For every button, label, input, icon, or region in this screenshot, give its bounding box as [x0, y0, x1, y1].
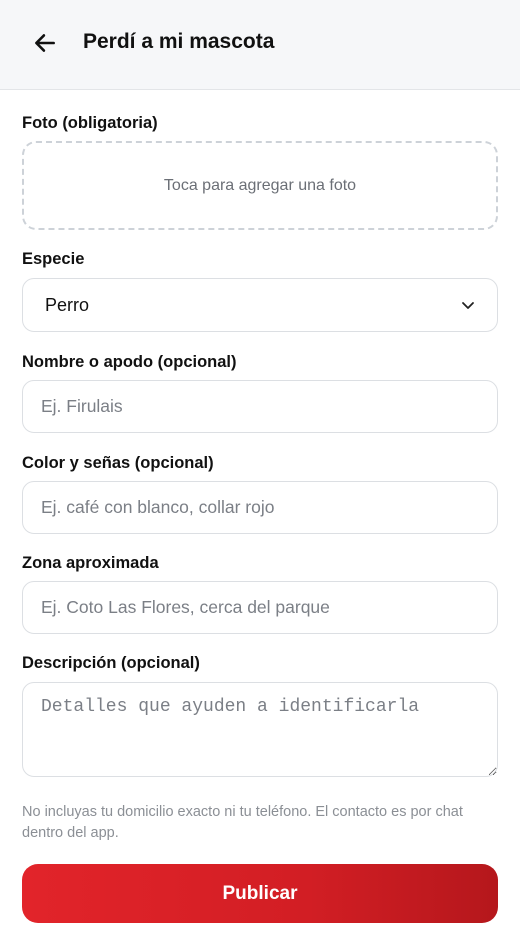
privacy-hint: No incluyas tu domicilio exacto ni tu te…	[22, 804, 463, 841]
chevron-down-icon	[461, 298, 475, 312]
color-label: Color y señas (opcional)	[22, 454, 214, 472]
description-textarea[interactable]	[22, 682, 498, 777]
name-input[interactable]	[22, 380, 498, 433]
species-selected-value: Perro	[45, 294, 90, 315]
species-label: Especie	[22, 250, 85, 268]
description-label: Descripción (opcional)	[22, 654, 200, 672]
publish-button[interactable]: Publicar	[22, 864, 498, 923]
photo-label: Foto (obligatoria)	[22, 114, 158, 132]
back-button[interactable]	[28, 26, 62, 60]
color-input[interactable]	[22, 481, 498, 534]
page-title: Perdí a mi mascota	[83, 30, 275, 53]
zone-label: Zona aproximada	[22, 554, 159, 572]
photo-upload-area[interactable]: Toca para agregar una foto	[22, 141, 498, 230]
app-header: Perdí a mi mascota	[0, 0, 520, 90]
species-select[interactable]: Perro	[22, 278, 498, 332]
name-label: Nombre o apodo (opcional)	[22, 353, 237, 371]
zone-input[interactable]	[22, 581, 498, 634]
arrow-left-icon	[35, 34, 55, 52]
photo-upload-text: Toca para agregar una foto	[163, 176, 357, 194]
